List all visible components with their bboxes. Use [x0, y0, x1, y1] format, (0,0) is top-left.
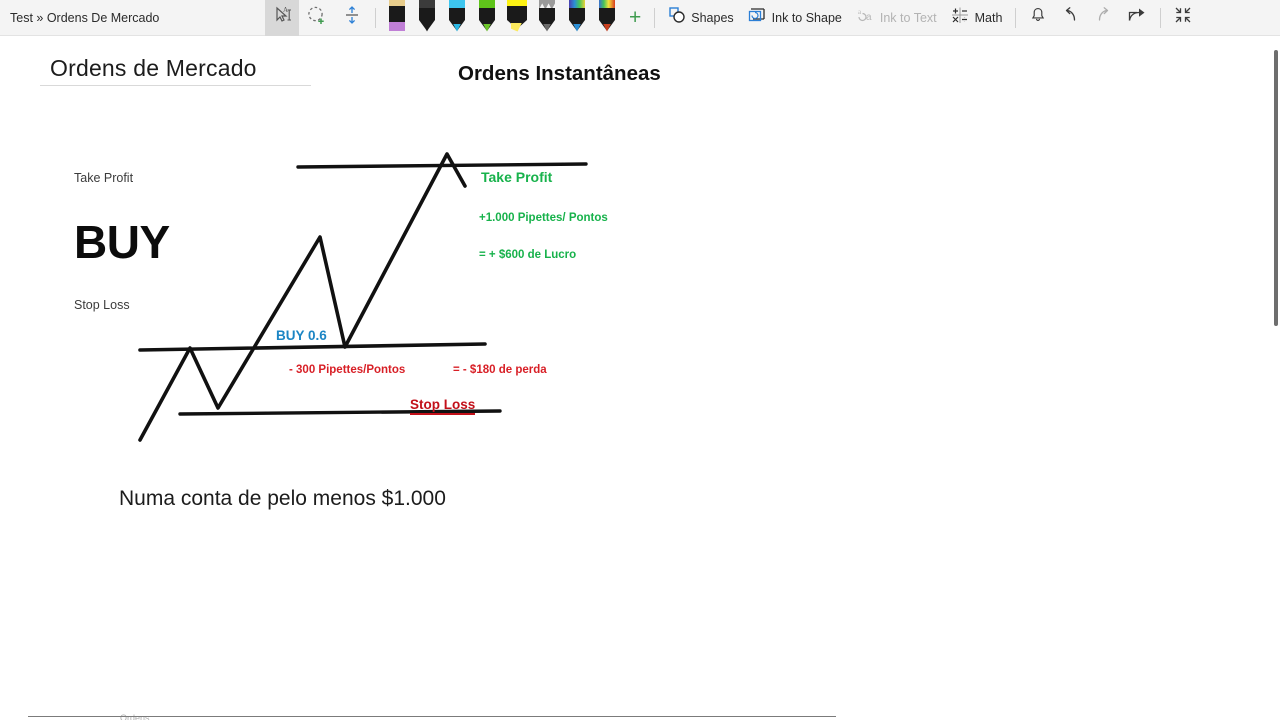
pen-body	[479, 7, 495, 20]
bell-icon	[1029, 6, 1047, 29]
math-label: Math	[974, 10, 1003, 25]
pen-tool-4[interactable]	[474, 0, 500, 36]
ink-to-shape-button[interactable]: Ink to Shape	[741, 0, 849, 36]
pen-body	[389, 5, 405, 22]
plus-icon: +	[629, 6, 642, 29]
price-chart-drawing	[138, 152, 588, 442]
toolbar-divider-1	[375, 7, 376, 28]
ink-to-shape-label: Ink to Shape	[771, 10, 842, 25]
label-pips-loss: - 300 Pipettes/Pontos	[289, 364, 406, 376]
math-button[interactable]: Math	[944, 0, 1010, 36]
label-account-note[interactable]: Numa conta de pelo menos $1.000	[119, 487, 446, 511]
toolbar-divider-2	[654, 7, 656, 28]
collapse-ribbon-button[interactable]	[1167, 0, 1199, 36]
lasso-select-icon	[306, 5, 328, 30]
share-icon	[1127, 6, 1147, 29]
label-pips-profit: +1.000 Pipettes/ Pontos	[479, 212, 608, 224]
toolbar-divider-3	[1015, 7, 1017, 28]
svg-text:A: A	[283, 6, 288, 14]
vertical-scrollbar[interactable]	[1270, 37, 1280, 720]
ink-to-text-icon: a a	[856, 6, 875, 29]
top-toolbar: Test » Ordens De Mercado A + Shapes Ink …	[0, 0, 1280, 36]
label-stop-loss-left: Stop Loss	[74, 298, 130, 312]
shapes-icon	[668, 6, 686, 29]
shapes-button[interactable]: Shapes	[661, 0, 740, 36]
pen-tool-7[interactable]	[564, 0, 590, 36]
pen-tool-5[interactable]	[504, 0, 530, 36]
pen-body	[419, 7, 435, 20]
undo-icon	[1061, 6, 1080, 29]
pen-body	[599, 7, 615, 20]
toolbar-divider-4	[1160, 7, 1162, 28]
label-buy-entry: BUY 0.6	[276, 328, 327, 343]
insert-space-icon	[342, 5, 362, 30]
pen-body	[449, 7, 465, 20]
pen-body	[569, 7, 585, 20]
undo-button[interactable]	[1054, 0, 1087, 36]
select-text-icon: A	[272, 5, 292, 30]
ink-to-text-label: Ink to Text	[879, 10, 937, 25]
ink-to-text-button[interactable]: a a Ink to Text	[849, 0, 944, 36]
select-text-tool-button[interactable]: A	[265, 0, 299, 36]
pen-tool-3[interactable]	[444, 0, 470, 36]
lasso-select-tool-button[interactable]	[299, 0, 335, 36]
label-money-loss: = - $180 de perda	[453, 364, 547, 376]
add-pen-button[interactable]: +	[622, 0, 648, 36]
svg-text:a: a	[858, 8, 862, 16]
pen-tool-8[interactable]	[594, 0, 620, 36]
collapse-icon	[1174, 6, 1192, 29]
page-canvas[interactable]: Ordens de Mercado Ordens Instantâneas Ta…	[0, 37, 1280, 720]
redo-icon	[1094, 6, 1113, 29]
notifications-button[interactable]	[1022, 0, 1054, 36]
redo-button[interactable]	[1087, 0, 1120, 36]
svg-text:a: a	[866, 12, 872, 23]
pen-tool-1[interactable]	[384, 0, 410, 36]
label-money-profit: = + $600 de Lucro	[479, 249, 577, 261]
pen-body	[507, 5, 527, 20]
insert-space-tool-button[interactable]	[335, 0, 369, 36]
bottom-divider	[28, 716, 836, 717]
pen-tip	[389, 21, 405, 31]
math-icon	[951, 6, 970, 29]
label-take-profit-left: Take Profit	[74, 171, 134, 185]
label-take-profit: Take Profit	[481, 169, 553, 185]
label-buy: BUY	[74, 216, 170, 268]
share-button[interactable]	[1120, 0, 1154, 36]
breadcrumb[interactable]: Test » Ordens De Mercado	[0, 0, 265, 36]
ink-to-shape-icon	[748, 6, 767, 29]
pen-body	[539, 7, 555, 20]
scrollbar-thumb[interactable]	[1274, 50, 1278, 326]
label-stop-loss: Stop Loss	[410, 397, 476, 415]
pen-tool-2[interactable]	[414, 0, 440, 36]
pen-tool-6[interactable]	[534, 0, 560, 36]
shapes-label: Shapes	[691, 10, 734, 25]
